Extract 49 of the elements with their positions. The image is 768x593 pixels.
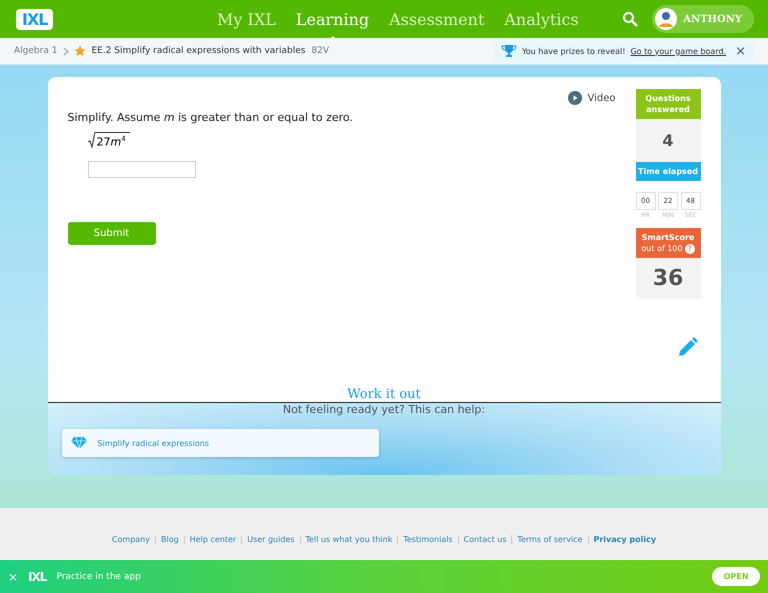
search-icon[interactable]: [622, 11, 638, 27]
smartscore-label: SmartScore: [642, 233, 694, 242]
nav-tab[interactable]: Analytics: [504, 2, 579, 36]
footer-link[interactable]: Help center: [184, 534, 242, 544]
radical-expression: 27m$^{4}$: [88, 132, 568, 149]
footer-link[interactable]: Privacy policy: [588, 534, 662, 544]
play-icon: [568, 91, 582, 105]
footer-link[interactable]: Blog: [154, 534, 184, 544]
footer-link[interactable]: Tell us what you think: [300, 534, 398, 544]
skill-suggestion-link[interactable]: Simplify radical expressions: [62, 429, 378, 457]
smartscore-value: 36: [636, 258, 700, 299]
close-button[interactable]: ×: [735, 44, 746, 58]
help-icon[interactable]: ?: [684, 244, 695, 254]
radical-sign-icon: [88, 132, 94, 148]
nav-tab[interactable]: Learning: [296, 2, 370, 36]
breadcrumb-link[interactable]: Algebra 1: [14, 46, 58, 56]
questions-answered-count: 4: [636, 119, 700, 162]
work-it-out-link[interactable]: Work it out: [347, 387, 421, 402]
chevron-icon: [63, 46, 70, 56]
video-link[interactable]: Video: [568, 89, 616, 107]
diamond-icon: [70, 436, 88, 450]
open-app-button[interactable]: OPEN: [712, 567, 760, 586]
prize-message: You have prizes to reveal!: [522, 46, 626, 56]
ixl-logo[interactable]: IXL: [16, 8, 54, 30]
answer-field[interactable]: [88, 160, 196, 178]
footer-link[interactable]: Contact us: [458, 534, 512, 544]
trophy-icon: [500, 44, 517, 58]
footer-link[interactable]: User guides: [241, 534, 300, 544]
footer-link[interactable]: Company: [106, 534, 155, 544]
skill-title: EE.2 Simplify radical expressions with variables: [91, 46, 306, 56]
avatar-icon[interactable]: [655, 8, 678, 30]
nav-tab[interactable]: Assessment: [389, 2, 484, 36]
footer-link[interactable]: Testimonials: [397, 534, 458, 544]
skill-code: 82V: [311, 46, 330, 56]
smartscore-subtitle: out of 100: [641, 243, 683, 254]
ixl-logo: IXL: [28, 570, 46, 584]
nav-tab[interactable]: My IXL: [217, 2, 276, 36]
user-menu[interactable]: ANTHONY: [652, 5, 754, 33]
star-icon[interactable]: [75, 46, 86, 56]
questions-answered-label: Questions answered: [636, 89, 700, 119]
game-board-link[interactable]: Go to your game board.: [630, 46, 726, 56]
pencil-icon[interactable]: [676, 334, 700, 358]
time-elapsed-label: Time elapsed: [636, 162, 700, 181]
close-button[interactable]: ×: [8, 570, 18, 584]
app-promo-text: Practice in the app: [56, 572, 141, 582]
footer-link[interactable]: Terms of service: [511, 534, 588, 544]
question-prompt: Simplify. Assume m is greater than or equal to zero.: [68, 111, 354, 124]
help-heading: Not feeling ready yet? This can help:: [282, 403, 486, 416]
submit-button[interactable]: Submit: [68, 222, 156, 245]
